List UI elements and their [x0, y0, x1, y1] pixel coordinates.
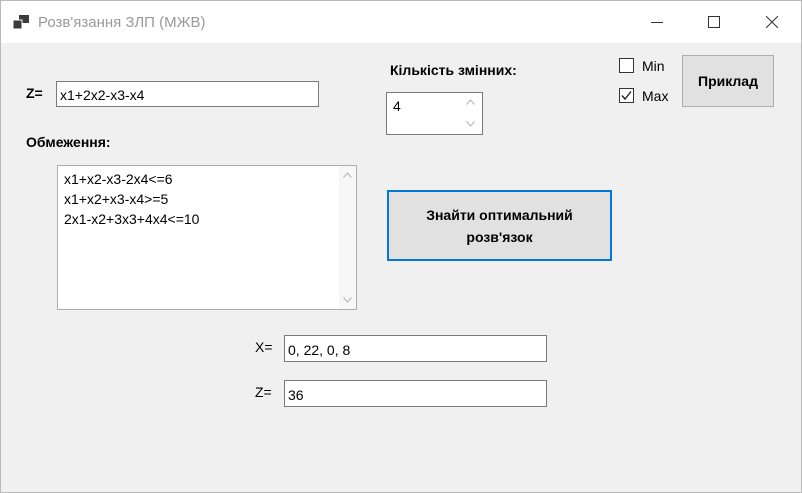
constraints-label: Обмеження: [26, 134, 111, 150]
solve-button-label-line1: Знайти оптимальний [426, 206, 573, 223]
minimize-icon [651, 22, 663, 23]
scroll-up-icon[interactable] [343, 172, 352, 178]
constraints-textarea[interactable]: x1+x2-x3-2x4<=6 x1+x2+x3-x4>=5 2x1-x2+3x… [57, 165, 357, 310]
variables-value[interactable]: 4 [393, 98, 401, 114]
objective-label: Z= [26, 85, 43, 101]
window-title: Розв'язання ЗЛП (МЖВ) [38, 14, 206, 31]
maximize-button[interactable] [691, 1, 737, 43]
result-z-label: Z= [255, 384, 272, 400]
spin-down-icon[interactable] [466, 121, 475, 127]
solve-button[interactable]: Знайти оптимальний розв'язок [387, 190, 612, 261]
constraint-line: x1+x2-x3-2x4<=6 [64, 171, 173, 187]
title-bar: Розв'язання ЗЛП (МЖВ) [1, 1, 801, 43]
result-z-field[interactable]: 36 [284, 380, 547, 407]
constraints-scrollbar[interactable] [339, 166, 356, 309]
objective-input[interactable]: x1+2x2-x3-x4 [56, 81, 319, 107]
minimize-button[interactable] [634, 1, 680, 43]
scroll-down-icon[interactable] [343, 297, 352, 303]
constraint-line: x1+x2+x3-x4>=5 [64, 191, 169, 207]
result-x-field[interactable]: 0, 22, 0, 8 [284, 335, 547, 362]
main-window: Розв'язання ЗЛП (МЖВ) Z= x1+2x2-x3-x4 Об… [0, 0, 802, 493]
constraint-line: 2x1-x2+3x3+4x4<=10 [64, 211, 200, 227]
spin-up-icon[interactable] [466, 99, 475, 105]
min-label[interactable]: Min [642, 58, 665, 74]
close-button[interactable] [749, 1, 795, 43]
checkmark-icon [621, 91, 632, 101]
app-window-icon [13, 15, 29, 29]
maximize-icon [708, 16, 720, 28]
example-button[interactable]: Приклад [682, 55, 774, 107]
result-x-label: X= [255, 339, 273, 355]
solve-button-label-line2: розв'язок [466, 228, 533, 245]
max-label[interactable]: Max [642, 88, 668, 104]
close-icon [766, 16, 778, 28]
min-checkbox[interactable] [619, 58, 634, 73]
max-checkbox[interactable] [619, 88, 634, 103]
variables-label: Кількість змінних: [390, 62, 517, 78]
variables-spinbox[interactable]: 4 [386, 92, 483, 135]
